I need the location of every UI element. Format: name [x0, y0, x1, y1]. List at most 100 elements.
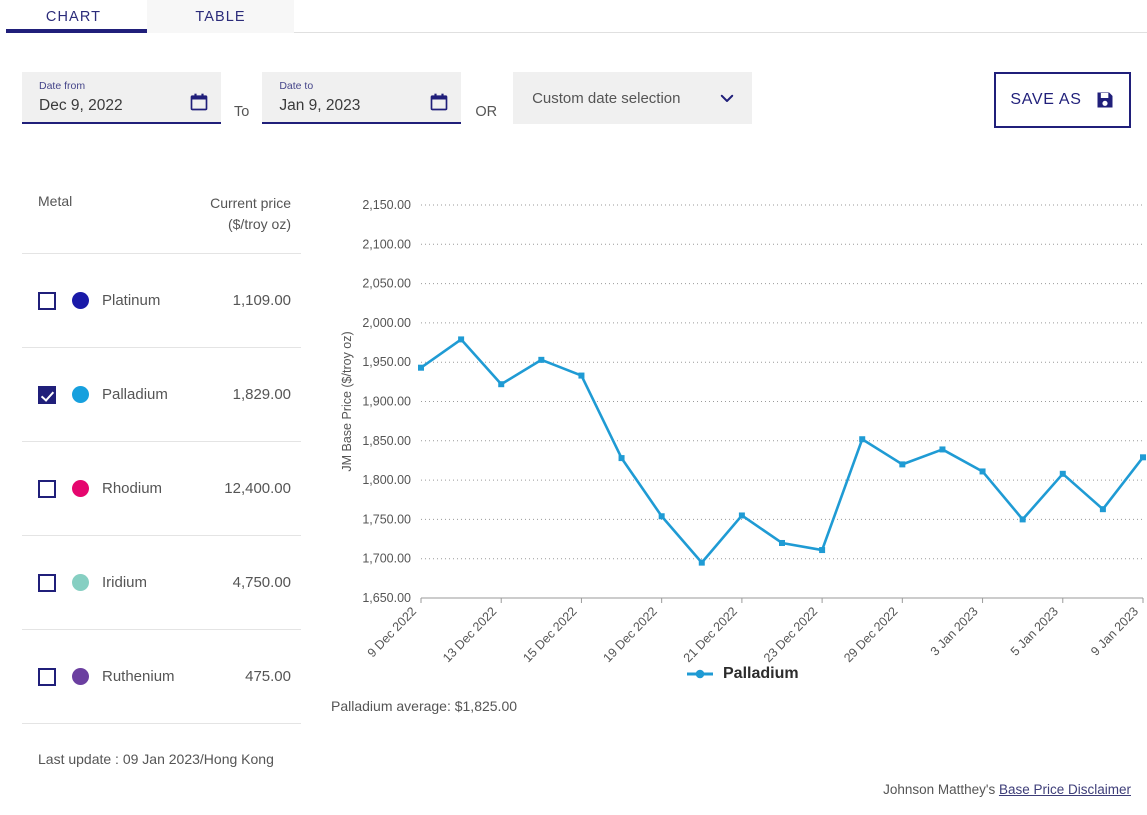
data-point[interactable]: [739, 512, 745, 518]
metal-name: Palladium: [102, 386, 233, 403]
y-axis-tick-label: 2,150.00: [362, 198, 411, 212]
tab-chart-label: CHART: [46, 9, 101, 25]
y-axis-tick-label: 1,800.00: [362, 473, 411, 487]
metal-name: Ruthenium: [102, 668, 245, 685]
column-header-metal: Metal: [38, 193, 72, 235]
x-axis-tick-label: 15 Dec 2022: [520, 604, 579, 663]
price-chart: 2,150.00 2,100.00 2,050.00 2,000.00 1,950.00…: [331, 193, 1147, 767]
tab-chart[interactable]: CHART: [0, 0, 147, 33]
metal-row[interactable]: Iridium4,750.00: [22, 536, 301, 630]
floppy-disk-icon: [1095, 90, 1115, 110]
metal-row[interactable]: Palladium1,829.00: [22, 348, 301, 442]
footer-attribution: Johnson Matthey's Base Price Disclaimer: [883, 782, 1131, 797]
calendar-icon[interactable]: [429, 92, 449, 112]
metal-color-dot: [72, 292, 89, 309]
data-point[interactable]: [458, 336, 464, 342]
date-from-field[interactable]: Date from Dec 9, 2022: [22, 72, 221, 124]
tab-table[interactable]: TABLE: [147, 0, 294, 33]
metal-price: 475.00: [245, 668, 291, 685]
data-point[interactable]: [659, 513, 665, 519]
chart-canvas: 2,150.00 2,100.00 2,050.00 2,000.00 1,950.00…: [331, 193, 1147, 663]
metal-row[interactable]: Platinum1,109.00: [22, 254, 301, 348]
y-axis-tick-label: 2,050.00: [362, 277, 411, 291]
metal-row[interactable]: Rhodium12,400.00: [22, 442, 301, 536]
data-point[interactable]: [819, 547, 825, 553]
tab-table-label: TABLE: [195, 9, 245, 25]
to-label: To: [234, 90, 249, 120]
y-axis-tick-label: 1,850.00: [362, 434, 411, 448]
metal-checkbox-rhodium[interactable]: [38, 480, 56, 498]
metal-price: 12,400.00: [224, 480, 291, 497]
metal-color-dot: [72, 386, 89, 403]
data-point[interactable]: [498, 381, 504, 387]
custom-date-selection-dropdown[interactable]: Custom date selection: [513, 72, 752, 124]
metal-price: 1,109.00: [233, 292, 291, 309]
data-point[interactable]: [1060, 471, 1066, 477]
last-update-text: Last update : 09 Jan 2023/Hong Kong: [22, 724, 301, 767]
data-point[interactable]: [980, 468, 986, 474]
data-point[interactable]: [418, 365, 424, 371]
metal-list-header: Metal Current price ($/troy oz): [22, 193, 301, 254]
data-point[interactable]: [1100, 506, 1106, 512]
legend-label-palladium: Palladium: [723, 665, 799, 683]
chart-legend[interactable]: Palladium: [686, 665, 799, 683]
metal-row[interactable]: Ruthenium475.00: [22, 630, 301, 724]
data-point[interactable]: [619, 455, 625, 461]
y-axis-tick-label: 1,650.00: [362, 591, 411, 605]
data-point[interactable]: [939, 446, 945, 452]
column-header-current-price: Current price: [210, 193, 291, 214]
base-price-disclaimer-link[interactable]: Base Price Disclaimer: [999, 782, 1131, 797]
metal-price: 1,829.00: [233, 386, 291, 403]
y-axis-tick-label: 1,950.00: [362, 355, 411, 369]
metal-price: 4,750.00: [233, 574, 291, 591]
x-axis-tick-label: 13 Dec 2022: [440, 604, 499, 663]
footer-attribution-text: Johnson Matthey's: [883, 782, 999, 797]
metal-color-dot: [72, 668, 89, 685]
data-point[interactable]: [899, 461, 905, 467]
data-point[interactable]: [1140, 454, 1146, 460]
tab-bar: CHART TABLE: [0, 0, 1147, 33]
date-controls: Date from Dec 9, 2022 To Date to Jan 9, …: [0, 33, 1147, 138]
data-point[interactable]: [538, 357, 544, 363]
x-axis-tick-label: 19 Dec 2022: [601, 604, 660, 663]
date-to-label: Date to: [279, 80, 449, 93]
series-line-palladium: [421, 339, 1143, 562]
y-axis-tick-label: 2,000.00: [362, 316, 411, 330]
custom-date-selection-label: Custom date selection: [532, 90, 718, 107]
save-as-label: SAVE AS: [1010, 91, 1081, 109]
data-point[interactable]: [1020, 516, 1026, 522]
data-point[interactable]: [779, 540, 785, 546]
metal-name: Platinum: [102, 292, 233, 309]
data-point[interactable]: [578, 373, 584, 379]
metal-checkbox-platinum[interactable]: [38, 292, 56, 310]
data-point[interactable]: [699, 560, 705, 566]
main-content: Metal Current price ($/troy oz) Platinum…: [0, 138, 1147, 767]
column-header-price-unit: ($/troy oz): [210, 214, 291, 235]
metal-checkbox-ruthenium[interactable]: [38, 668, 56, 686]
x-axis-tick-label: 21 Dec 2022: [681, 604, 740, 663]
date-to-field[interactable]: Date to Jan 9, 2023: [262, 72, 461, 124]
or-label: OR: [475, 90, 497, 120]
metal-list-panel: Metal Current price ($/troy oz) Platinum…: [22, 193, 301, 767]
date-from-value: Dec 9, 2022: [39, 95, 209, 117]
y-axis-tick-label: 1,750.00: [362, 512, 411, 526]
average-note: Palladium average: $1,825.00: [331, 698, 517, 714]
x-axis-tick-label: 9 Jan 2023: [1088, 604, 1141, 658]
chevron-down-icon: [718, 89, 736, 107]
metal-name: Rhodium: [102, 480, 224, 497]
y-axis-title: JM Base Price ($/troy oz): [340, 331, 354, 471]
y-axis-tick-label: 2,100.00: [362, 237, 411, 251]
metal-checkbox-palladium[interactable]: [38, 386, 56, 404]
y-axis-tick-label: 1,900.00: [362, 395, 411, 409]
calendar-icon[interactable]: [189, 92, 209, 112]
date-from-label: Date from: [39, 80, 209, 93]
metal-checkbox-iridium[interactable]: [38, 574, 56, 592]
save-as-button[interactable]: SAVE AS: [994, 72, 1131, 128]
legend-marker-icon: [686, 667, 714, 681]
date-to-value: Jan 9, 2023: [279, 95, 449, 117]
x-axis-tick-label: 23 Dec 2022: [761, 604, 820, 663]
metal-color-dot: [72, 480, 89, 497]
x-axis-tick-label: 9 Dec 2022: [365, 604, 420, 660]
data-point[interactable]: [859, 436, 865, 442]
metal-color-dot: [72, 574, 89, 591]
